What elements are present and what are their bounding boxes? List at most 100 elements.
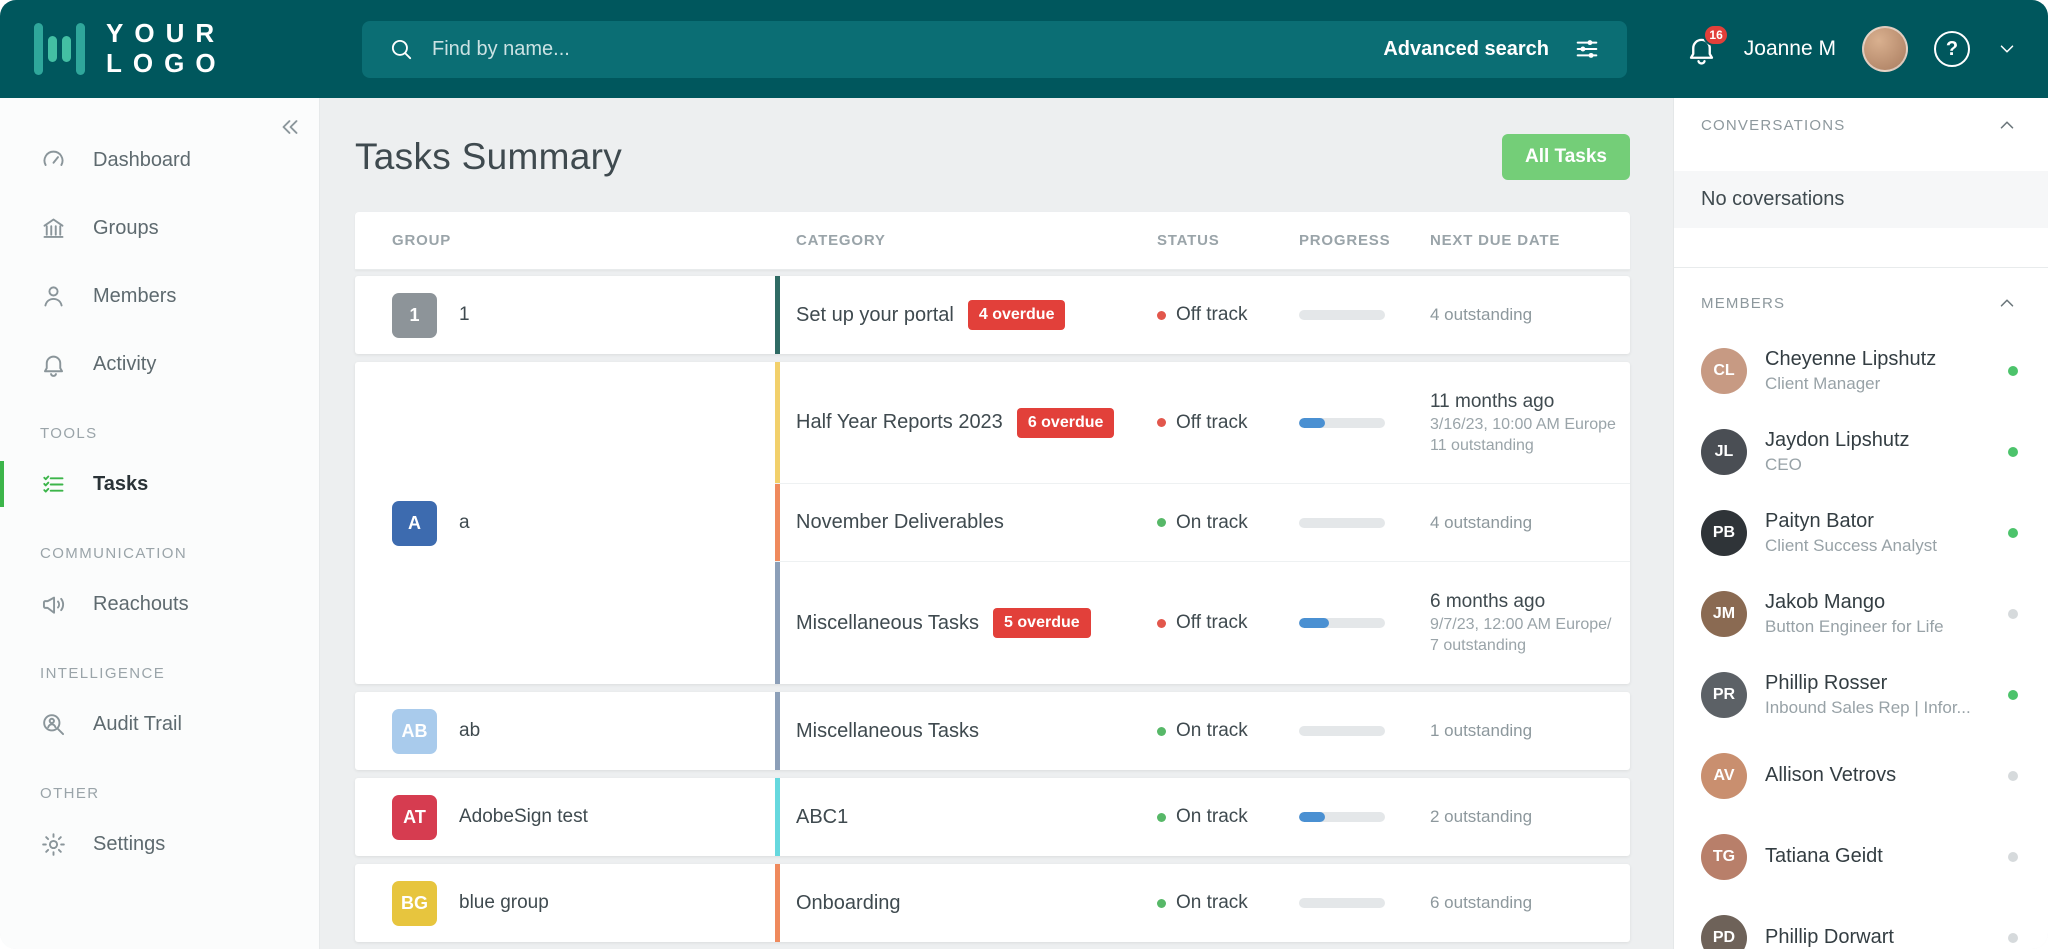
task-row[interactable]: Half Year Reports 20236 overdueOff track… (775, 362, 1630, 484)
reachouts-icon (40, 591, 67, 618)
member-status-dot (2008, 447, 2018, 457)
task-row[interactable]: Set up your portal4 overdueOff track4 ou… (775, 276, 1630, 354)
overdue-badge: 5 overdue (993, 608, 1091, 638)
group-rows: Miscellaneous TasksOn track1 outstanding (775, 692, 1630, 770)
member-status-dot (2008, 528, 2018, 538)
sidebar-item-tasks[interactable]: Tasks (0, 450, 319, 518)
due-outstanding: 2 outstanding (1430, 807, 1630, 827)
sidebar-item-groups[interactable]: Groups (0, 194, 319, 262)
task-row[interactable]: November Deliverables On track 4 outstandi… (775, 484, 1630, 562)
advanced-search-link[interactable]: Advanced search (1383, 38, 1549, 61)
group-name: AdobeSign test (459, 806, 588, 828)
progress-bar (1299, 898, 1385, 908)
category-cell: Miscellaneous Tasks (775, 692, 1157, 770)
chevron-down-icon[interactable] (1996, 38, 2018, 60)
app-window: YOURLOGO Advanced search 16 Joanne M ? (0, 0, 2048, 949)
task-row[interactable]: Miscellaneous TasksOn track1 outstanding (775, 692, 1630, 770)
member-row[interactable]: JMJakob MangoButton Engineer for Life (1674, 573, 2048, 654)
task-row[interactable]: Onboarding On track 6 outstanding (775, 864, 1630, 942)
user-avatar[interactable] (1862, 26, 1908, 72)
member-role: CEO (1765, 455, 1998, 475)
sidebar-item-reachouts[interactable]: Reachouts (0, 570, 319, 638)
member-avatar: PD (1701, 915, 1747, 949)
sidebar-item-dashboard[interactable]: Dashboard (0, 126, 319, 194)
member-row[interactable]: TGTatiana Geidt (1674, 816, 2048, 897)
category-color-bar (775, 864, 780, 942)
sidebar-item-members[interactable]: Members (0, 262, 319, 330)
member-row[interactable]: CLCheyenne LipshutzClient Manager (1674, 330, 2048, 411)
member-row[interactable]: PBPaityn BatorClient Success Analyst (1674, 492, 2048, 573)
status-label: On track (1176, 806, 1248, 828)
member-status-dot (2008, 609, 2018, 619)
category-name: Onboarding (796, 892, 901, 915)
progress-cell (1299, 618, 1430, 628)
member-info: Phillip Dorwart (1765, 926, 1998, 949)
group-cell[interactable]: AT AdobeSign test (355, 778, 775, 856)
status-dot (1157, 418, 1166, 427)
member-name: Jakob Mango (1765, 591, 1998, 614)
member-row[interactable]: PD Phillip Dorwart (1674, 897, 2048, 949)
member-row[interactable]: AVAllison Vetrovs (1674, 735, 2048, 816)
member-row[interactable]: JLJaydon LipshutzCEO (1674, 411, 2048, 492)
sidebar-item-label: Reachouts (93, 593, 189, 616)
task-row[interactable]: ABC1On track2 outstanding (775, 778, 1630, 856)
member-name: Jaydon Lipshutz (1765, 429, 1998, 452)
group-rows: Set up your portal4 overdueOff track4 ou… (775, 276, 1630, 354)
task-row[interactable]: Miscellaneous Tasks5 overdueOff track6 m… (775, 562, 1630, 684)
notifications-bell-icon[interactable]: 16 (1685, 33, 1718, 66)
status-dot (1157, 311, 1166, 320)
next-due-cell: 6 outstanding (1430, 893, 1630, 913)
due-relative: 6 months ago (1430, 591, 1630, 613)
column-header-category: CATEGORY (775, 212, 1157, 269)
sidebar-item-label: Members (93, 285, 176, 308)
all-tasks-button[interactable]: All Tasks (1502, 134, 1630, 180)
sidebar-section-tools: TOOLS (0, 416, 319, 450)
status-dot (1157, 619, 1166, 628)
status-cell: On track (1157, 806, 1299, 828)
member-name: Cheyenne Lipshutz (1765, 348, 1998, 371)
status-cell: On track (1157, 892, 1299, 914)
status-cell: Off track (1157, 412, 1299, 434)
chevron-up-icon[interactable] (1996, 114, 2018, 136)
group-cell[interactable]: ABab (355, 692, 775, 770)
next-due-cell: 4 outstanding (1430, 305, 1630, 325)
status-dot (1157, 813, 1166, 822)
progress-cell (1299, 726, 1430, 736)
category-name: November Deliverables (796, 511, 1004, 534)
sidebar-item-activity[interactable]: Activity (0, 330, 319, 398)
sidebar-item-label: Dashboard (93, 149, 191, 172)
group-cell[interactable]: Aa (355, 362, 775, 684)
search-input[interactable] (432, 38, 1383, 61)
status-label: On track (1176, 512, 1248, 534)
user-name: Joanne M (1744, 37, 1836, 61)
member-info: Jaydon Lipshutz CEO (1765, 429, 1998, 475)
column-header-status: STATUS (1157, 232, 1299, 249)
group-cell[interactable]: 11 (355, 276, 775, 354)
notification-count-badge: 16 (1703, 24, 1728, 46)
group-cell[interactable]: BGblue group (355, 864, 775, 942)
table-body: 11Set up your portal4 overdueOff track4 … (355, 276, 1630, 942)
search-icon (388, 36, 414, 62)
sidebar-item-label: Groups (93, 217, 159, 240)
filter-sliders-icon[interactable] (1573, 35, 1601, 63)
category-cell: Half Year Reports 20236 overdue (775, 362, 1157, 483)
search-bar: Advanced search (362, 21, 1627, 78)
due-outstanding: 11 outstanding (1430, 437, 1630, 455)
member-role: Inbound Sales Rep | Infor... (1765, 698, 1998, 718)
group-avatar: BG (392, 881, 437, 926)
group-avatar: AT (392, 795, 437, 840)
next-due-cell: 11 months ago3/16/23, 10:00 AM Europe11 … (1430, 391, 1630, 455)
status-label: Off track (1176, 304, 1247, 326)
logo[interactable]: YOURLOGO (0, 19, 340, 79)
table-group: AaHalf Year Reports 20236 overdueOff tra… (355, 362, 1630, 684)
table-group: ATAdobeSign testABC1On track2 outstandin… (355, 778, 1630, 856)
sidebar-item-settings[interactable]: Settings (0, 810, 319, 878)
chevron-up-icon[interactable] (1996, 292, 2018, 314)
next-due-cell: 4 outstanding (1430, 513, 1630, 533)
sidebar-item-audit-trail[interactable]: Audit Trail (0, 690, 319, 758)
category-cell: Miscellaneous Tasks5 overdue (775, 562, 1157, 684)
help-icon[interactable]: ? (1934, 31, 1970, 67)
member-name: Allison Vetrovs (1765, 764, 1998, 787)
status-cell: On track (1157, 720, 1299, 742)
member-row[interactable]: PRPhillip RosserInbound Sales Rep | Info… (1674, 654, 2048, 735)
